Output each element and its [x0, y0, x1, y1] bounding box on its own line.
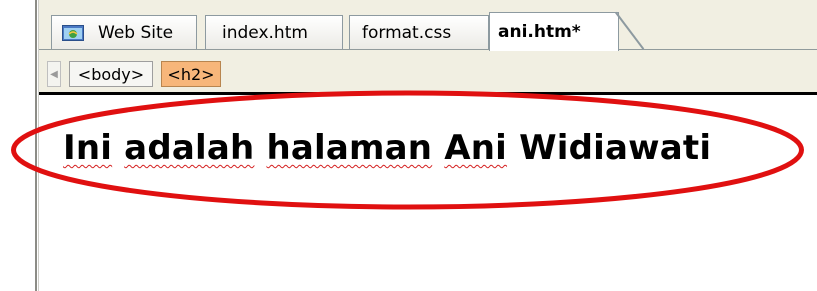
- tag-selector-bar: [39, 50, 817, 92]
- editor-window: Web Site index.htm format.css ani.htm* ◀…: [0, 0, 817, 291]
- heading-word: Widiawati: [519, 128, 712, 168]
- design-view-top-border: [39, 92, 817, 95]
- heading-word: halaman: [266, 128, 433, 168]
- tab-web-site[interactable]: Web Site: [51, 15, 197, 49]
- heading-word: Ini: [63, 128, 113, 168]
- tab-label: format.css: [362, 22, 452, 43]
- heading-word: adalah: [124, 128, 255, 168]
- tab-label: Web Site: [98, 22, 174, 43]
- tab-ani-htm[interactable]: ani.htm*: [489, 12, 619, 51]
- tag-body-button[interactable]: <body>: [69, 61, 153, 87]
- scroll-left-button[interactable]: ◀: [47, 61, 61, 87]
- heading-word: Ani: [444, 128, 508, 168]
- page-heading-h2[interactable]: Ini adalah halaman Ani Widiawati: [63, 128, 711, 168]
- left-panel-border: [35, 0, 37, 291]
- tab-label: index.htm: [222, 22, 308, 43]
- tab-index-htm[interactable]: index.htm: [205, 15, 343, 49]
- tag-h2-button[interactable]: <h2>: [161, 61, 221, 87]
- tab-label: ani.htm*: [498, 22, 581, 42]
- tab-format-css[interactable]: format.css: [349, 15, 489, 49]
- web-site-icon: [62, 24, 84, 41]
